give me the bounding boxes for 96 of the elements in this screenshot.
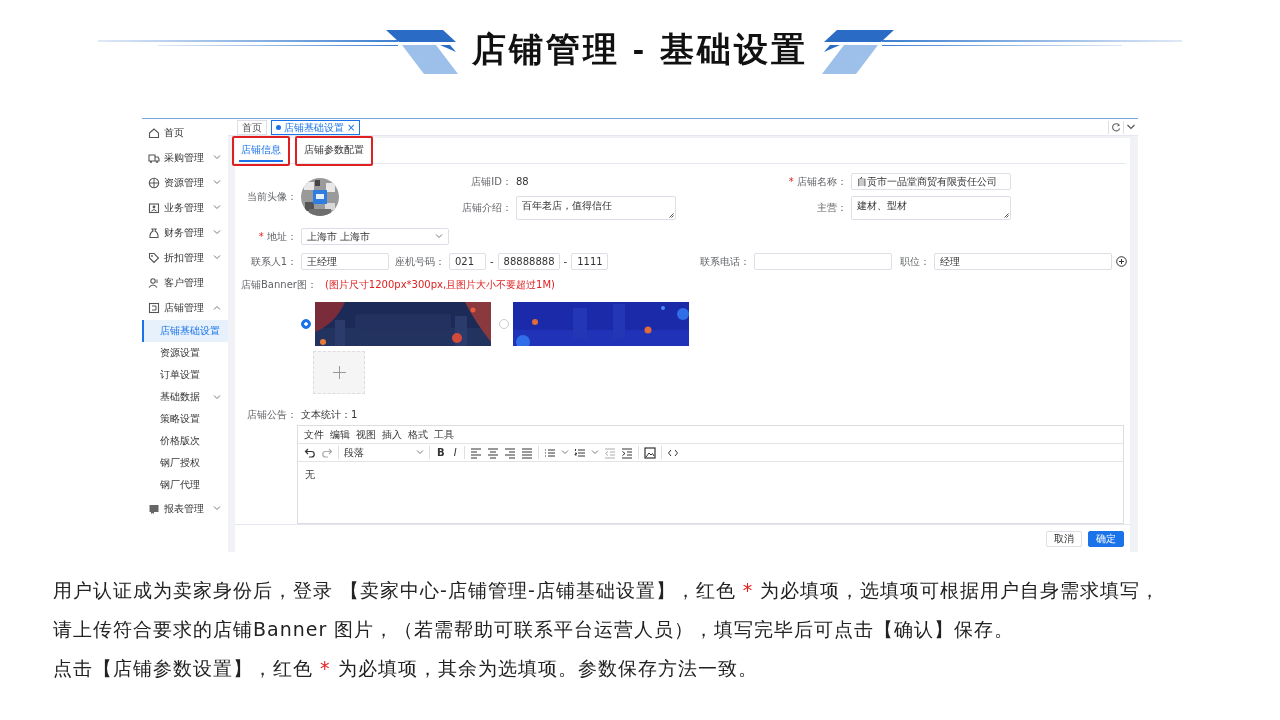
bag-icon [148, 226, 160, 239]
instruction-text: 用户认证成为卖家身份后，登录 【卖家中心-店铺管理-店铺基础设置】，红色 * 为必填项，选填项可根据用户自身需求填写， [53, 578, 1162, 603]
align-right-icon[interactable] [503, 446, 516, 459]
field-label: 主营： [816, 201, 847, 215]
separator-text: - [490, 256, 494, 267]
hint-text: (图片尺寸1200px*300px,且图片大小不要超过1M) [324, 278, 555, 292]
chevron-down-icon [416, 450, 424, 455]
menu-item[interactable]: 编辑 [330, 427, 350, 442]
refresh-icon[interactable] [1111, 122, 1121, 132]
sidebar-item[interactable]: 价格版次 [142, 430, 228, 452]
input-field[interactable]: 王经理 [301, 253, 389, 270]
resize-handle-icon [669, 213, 674, 218]
person-icon [148, 276, 160, 289]
input-field[interactable]: 经理 [934, 253, 1113, 270]
sidebar-item[interactable]: 店铺基础设置 [142, 320, 228, 342]
sidebar-item[interactable]: 店铺管理 [142, 295, 228, 320]
sidebar-item[interactable]: 首页 [142, 120, 228, 145]
bullet-list-icon[interactable] [543, 446, 556, 459]
add-icon[interactable] [1116, 256, 1128, 267]
menu-item[interactable]: 格式 [408, 427, 428, 442]
sidebar-item[interactable]: 钢厂授权 [142, 452, 228, 474]
indent-icon[interactable] [620, 446, 633, 459]
instruction-text: 点击【店铺参数设置】，红色 * 为必填项，其余为选填项。参数保存方法一致。 [53, 656, 759, 681]
field-label: 座机号码： [395, 254, 445, 269]
chevron-down-icon [590, 450, 599, 455]
sidebar-item[interactable]: 采购管理 [142, 145, 228, 170]
sidebar-item[interactable]: 财务管理 [142, 220, 228, 245]
sidebar-item[interactable]: 策略设置 [142, 408, 228, 430]
card-icon [148, 201, 160, 214]
square-icon [148, 301, 160, 314]
tag-icon [148, 251, 160, 264]
input-field[interactable]: 021 [449, 253, 486, 270]
format-dropdown[interactable]: 段落 [344, 445, 424, 460]
confirm-button[interactable]: 确定 [1088, 530, 1124, 547]
chevron-down-icon[interactable] [1126, 122, 1136, 132]
sidebar-item[interactable]: 报表管理 [142, 496, 228, 521]
field-label: 店铺公告： [246, 408, 297, 422]
slide-title: 店铺管理 - 基础设置 [472, 29, 808, 70]
editor-text: 无 [304, 468, 316, 482]
sidebar-item[interactable]: 业务管理 [142, 195, 228, 220]
menu-item[interactable]: 视图 [356, 427, 376, 442]
bold-button[interactable]: B [435, 447, 447, 458]
chevron-down-icon [435, 234, 443, 239]
field-label: * 店铺名称： [787, 174, 847, 189]
field-label: 店铺ID： [470, 174, 512, 189]
page-tab[interactable]: 店铺基础设置 × [271, 119, 361, 135]
resize-handle-icon [1004, 213, 1009, 218]
book-icon [148, 502, 160, 515]
home-icon [148, 126, 160, 139]
sidebar-item[interactable]: 订单设置 [142, 364, 228, 386]
radio-button[interactable] [499, 319, 509, 329]
input-field[interactable]: 1111 [571, 253, 609, 270]
field-label: 当前头像： [246, 189, 297, 204]
field-label: 职位： [900, 254, 931, 269]
redo-icon[interactable] [321, 446, 333, 459]
radio-button[interactable] [301, 319, 311, 329]
menu-item[interactable]: 插入 [382, 427, 402, 442]
numbered-list-icon[interactable] [573, 446, 586, 459]
sidebar-item[interactable]: 基础数据 [142, 386, 228, 408]
input-field[interactable] [754, 253, 893, 270]
field-label: 联系人1： [249, 254, 297, 269]
instruction-text: 请上传符合要求的店铺Banner 图片，（若需帮助可联系平台运营人员），填写完毕后可点击【确认】保存。 [53, 617, 1016, 642]
page-tab[interactable]: 首页 [237, 119, 267, 135]
sidebar-item[interactable]: 钢厂代理 [142, 474, 228, 496]
menu-item[interactable]: 文件 [304, 427, 324, 442]
outdent-icon[interactable] [603, 446, 616, 459]
undo-icon[interactable] [304, 446, 316, 459]
input-field[interactable]: 自贡市一品堂商贸有限责任公司 [851, 173, 1011, 190]
word-count: 文本统计：1 [301, 408, 358, 422]
sidebar-item[interactable]: 折扣管理 [142, 245, 228, 270]
field-label: 店铺Banner图： [241, 278, 317, 292]
store-id-value: 88 [516, 176, 530, 187]
sidebar-item[interactable]: 客户管理 [142, 270, 228, 295]
chevron-down-icon [560, 450, 569, 455]
align-left-icon[interactable] [469, 446, 482, 459]
truck-icon [148, 151, 160, 164]
globe-icon [148, 176, 160, 189]
cancel-button[interactable]: 取消 [1046, 530, 1082, 547]
select-field[interactable]: 上海市 上海市 [301, 228, 449, 245]
input-field[interactable]: 88888888 [497, 253, 560, 270]
tab[interactable]: 店铺信息 [239, 139, 283, 162]
image-icon[interactable] [643, 446, 656, 459]
field-label: 店铺介绍： [461, 201, 512, 215]
field-label: 联系电话： [700, 254, 751, 269]
justify-icon[interactable] [520, 446, 533, 459]
tab[interactable]: 店铺参数配置 [302, 139, 366, 162]
plus-icon [332, 366, 346, 379]
separator-text: - [563, 256, 568, 267]
field-label: * 地址： [257, 229, 297, 244]
sidebar-item[interactable]: 资源管理 [142, 170, 228, 195]
menu-item[interactable]: 工具 [434, 427, 454, 442]
italic-button[interactable]: I [451, 447, 459, 458]
sidebar-item[interactable]: 资源设置 [142, 342, 228, 364]
align-center-icon[interactable] [486, 446, 499, 459]
text-area[interactable]: 建材、型材 [851, 196, 1011, 220]
text-area[interactable]: 百年老店，值得信任 [516, 196, 676, 220]
